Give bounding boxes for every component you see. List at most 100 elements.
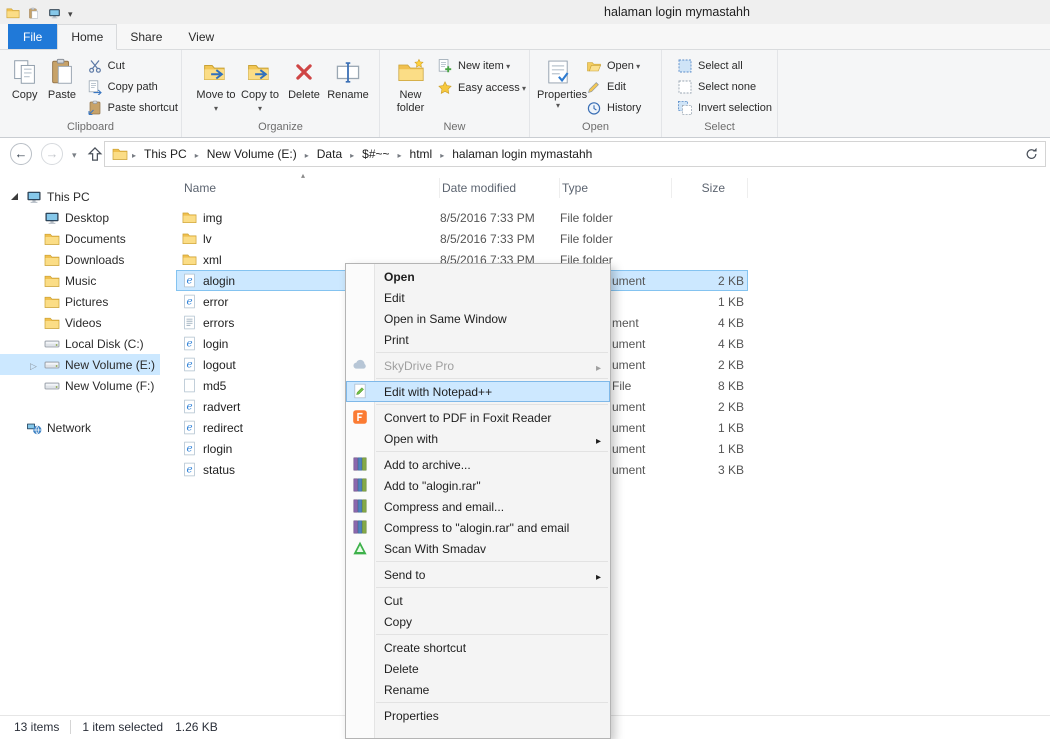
context-menu-item-properties[interactable]: Properties (346, 705, 610, 726)
invert-selection-button[interactable]: Invert selection (674, 98, 775, 119)
context-menu-item-edit-with-notepad-plus-plus[interactable]: Edit with Notepad++ (346, 381, 610, 402)
context-menu-item-create-shortcut[interactable]: Create shortcut (346, 637, 610, 658)
open-button[interactable]: Open (583, 55, 644, 76)
qat-customize-chevron-icon[interactable] (68, 4, 73, 22)
folder-icon (182, 231, 197, 246)
properties-button[interactable]: Properties ▾ (536, 53, 587, 119)
selection-summary: 1 item selected (82, 719, 164, 734)
context-menu-item-send-to[interactable]: Send to (346, 564, 610, 585)
sidebar-item-new-volume-f[interactable]: New Volume (F:) (0, 375, 160, 396)
context-menu-item-add-to-alogin-rar[interactable]: Add to "alogin.rar" (346, 475, 610, 496)
column-header-size[interactable]: Size (672, 178, 748, 198)
context-menu-item-convert-to-pdf-foxit[interactable]: Convert to PDF in Foxit Reader (346, 407, 610, 428)
move-to-button[interactable]: Move to (194, 53, 238, 119)
sidebar-item-local-disk-c[interactable]: Local Disk (C:) (0, 333, 160, 354)
column-header-name[interactable]: Name (176, 178, 440, 198)
breadcrumb-chevron-icon (301, 145, 313, 163)
context-menu-item-rename[interactable]: Rename (346, 679, 610, 700)
context-menu-item-delete[interactable]: Delete (346, 658, 610, 679)
forward-arrow-icon (46, 145, 59, 163)
history-clock-icon (586, 100, 602, 116)
context-menu-item-compress-to-alogin-rar-and-email[interactable]: Compress to "alogin.rar" and email (346, 517, 610, 538)
column-header-type[interactable]: Type (560, 178, 672, 198)
status-divider (70, 719, 72, 734)
sidebar-item-videos[interactable]: Videos (0, 312, 160, 333)
context-menu-item-cut[interactable]: Cut (346, 590, 610, 611)
sidebar-item-documents[interactable]: Documents (0, 228, 160, 249)
explorer-app-icon[interactable] (5, 6, 20, 21)
context-menu-item-compress-and-email[interactable]: Compress and email... (346, 496, 610, 517)
ribbon-group-clipboard: Copy Paste Cut Copy path Paste shortcut (0, 50, 182, 137)
breadcrumb-new-volume-e[interactable]: New Volume (E:) (203, 147, 301, 161)
tab-file[interactable]: File (8, 24, 58, 49)
qat-computer-icon[interactable] (47, 6, 62, 21)
easy-access-button[interactable]: Easy access (434, 77, 529, 99)
new-item-button[interactable]: New item (434, 55, 529, 77)
menu-separator (376, 451, 608, 452)
file-row-lv[interactable]: lv 8/5/2016 7:33 PM File folder (176, 228, 748, 249)
context-menu-item-scan-with-smadav[interactable]: Scan With Smadav (346, 538, 610, 559)
breadcrumb-current-folder[interactable]: halaman login mymastahh (448, 147, 596, 161)
html-file-icon (182, 273, 197, 288)
sidebar-item-desktop[interactable]: Desktop (0, 207, 160, 228)
rename-button[interactable]: Rename (326, 53, 370, 119)
back-button[interactable] (10, 143, 32, 165)
column-header-date-modified[interactable]: Date modified (440, 178, 560, 198)
new-item-icon (437, 58, 453, 74)
history-button[interactable]: History (583, 98, 644, 119)
tab-share[interactable]: Share (117, 24, 175, 49)
winrar-icon (352, 498, 368, 514)
file-row-img[interactable]: img 8/5/2016 7:33 PM File folder (176, 207, 748, 228)
context-menu-item-open-in-same-window[interactable]: Open in Same Window (346, 308, 610, 329)
context-menu-item-edit[interactable]: Edit (346, 287, 610, 308)
sidebar-item-this-pc[interactable]: This PC (0, 186, 160, 207)
ribbon-group-new: New folder New item Easy access New (380, 50, 530, 137)
refresh-button[interactable] (1024, 146, 1040, 162)
address-bar[interactable]: This PC New Volume (E:) Data $#~~ html h… (104, 141, 1046, 167)
sidebar-item-pictures[interactable]: Pictures (0, 291, 160, 312)
paste-button[interactable]: Paste (43, 53, 80, 119)
copy-to-button[interactable]: Copy to (238, 53, 282, 119)
select-all-button[interactable]: Select all (674, 55, 775, 76)
up-button[interactable] (86, 145, 104, 163)
breadcrumb-html[interactable]: html (406, 147, 437, 161)
delete-icon (290, 55, 318, 88)
html-file-icon (182, 357, 197, 372)
copy-button[interactable]: Copy (6, 53, 43, 119)
network-icon (26, 420, 42, 436)
window-title: halaman login mymastahh (604, 5, 750, 19)
edit-button[interactable]: Edit (583, 76, 644, 97)
context-menu-item-print[interactable]: Print (346, 329, 610, 350)
sidebar-item-network[interactable]: Network (0, 417, 160, 438)
sidebar-item-music[interactable]: Music (0, 270, 160, 291)
context-menu-item-add-to-archive[interactable]: Add to archive... (346, 454, 610, 475)
select-none-icon (677, 79, 693, 95)
breadcrumb-this-pc[interactable]: This PC (140, 147, 191, 161)
context-menu: Open Edit Open in Same Window Print SkyD… (345, 263, 611, 739)
recent-locations-chevron-icon[interactable] (72, 145, 77, 163)
tab-view[interactable]: View (175, 24, 227, 49)
expanded-arrow-icon[interactable] (11, 193, 18, 200)
collapsed-arrow-icon[interactable] (30, 358, 37, 372)
sidebar-item-downloads[interactable]: Downloads (0, 249, 160, 270)
breadcrumb-data[interactable]: Data (313, 147, 346, 161)
context-menu-item-copy[interactable]: Copy (346, 611, 610, 632)
submenu-arrow-icon (596, 360, 601, 374)
ribbon-group-open: Properties ▾ Open Edit History Open (530, 50, 662, 137)
sidebar-item-new-volume-e[interactable]: New Volume (E:) (0, 354, 160, 375)
submenu-arrow-icon (596, 569, 601, 583)
context-menu-item-open-with[interactable]: Open with (346, 428, 610, 449)
breadcrumb-dollar-folder[interactable]: $#~~ (358, 147, 393, 161)
qat-paste-icon[interactable] (26, 6, 41, 21)
copy-path-button[interactable]: Copy path (84, 76, 181, 97)
selection-size: 1.26 KB (175, 719, 218, 734)
cut-button[interactable]: Cut (84, 55, 181, 76)
breadcrumb-chevron-icon (191, 145, 203, 163)
tab-home[interactable]: Home (57, 24, 118, 50)
select-none-button[interactable]: Select none (674, 76, 775, 97)
new-folder-button[interactable]: New folder (390, 53, 431, 119)
delete-button[interactable]: Delete (282, 53, 326, 119)
copy-to-icon (247, 55, 273, 88)
context-menu-item-open[interactable]: Open (346, 266, 610, 287)
paste-shortcut-button[interactable]: Paste shortcut (84, 98, 181, 119)
